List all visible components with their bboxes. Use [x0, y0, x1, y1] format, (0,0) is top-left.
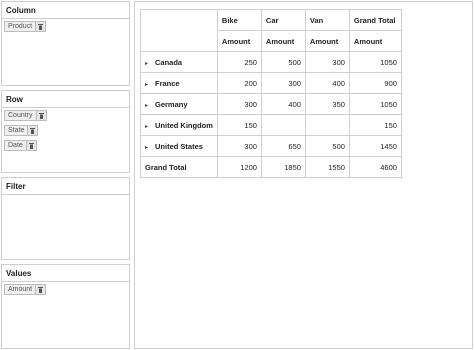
- value-cell: 500: [304, 135, 350, 157]
- caret-right-icon[interactable]: ▸: [145, 144, 155, 151]
- value-cell: 300: [260, 72, 306, 94]
- table-row: ▸ Germany 300 400 350 1050: [140, 93, 402, 115]
- value-cell: 650: [260, 135, 306, 157]
- trash-icon[interactable]: [35, 111, 46, 120]
- caret-right-icon[interactable]: ▸: [145, 60, 155, 67]
- value-cell: 200: [216, 72, 262, 94]
- total-cell: 1200: [216, 156, 262, 178]
- value-cell: 1050: [348, 51, 402, 73]
- row-panel[interactable]: Row Country State Date: [1, 90, 130, 173]
- value-cell: 150: [348, 114, 402, 136]
- grand-total-label: Grand Total: [140, 156, 218, 178]
- value-cell: 1050: [348, 93, 402, 115]
- row-header-canada[interactable]: ▸ Canada: [140, 51, 218, 73]
- row-label: United Kingdom: [155, 120, 213, 130]
- value-cell: [304, 114, 350, 136]
- value-cell: 500: [260, 51, 306, 73]
- value-cell: 350: [304, 93, 350, 115]
- value-cell: 150: [216, 114, 262, 136]
- row-header-united-states[interactable]: ▸ United States: [140, 135, 218, 157]
- filter-panel-title: Filter: [2, 178, 129, 195]
- column-header[interactable]: Bike: [216, 9, 262, 31]
- column-panel-title: Column: [2, 2, 129, 19]
- column-header[interactable]: Grand Total: [348, 9, 402, 31]
- trash-icon[interactable]: [35, 22, 46, 31]
- pivot-table: Bike Car Van Grand Total Amount Amount A…: [140, 9, 402, 178]
- field-chip-country[interactable]: Country: [4, 110, 47, 121]
- field-chip-date[interactable]: Date: [4, 140, 37, 151]
- pivot-grid-area: Bike Car Van Grand Total Amount Amount A…: [134, 1, 473, 349]
- filter-fields: [2, 195, 129, 199]
- row-label: Canada: [155, 57, 183, 67]
- value-cell: 900: [348, 72, 402, 94]
- field-chip-amount[interactable]: Amount: [4, 284, 47, 295]
- column-header-row: Bike Car Van Grand Total: [140, 9, 402, 52]
- value-cell: 400: [304, 72, 350, 94]
- field-chip-label: Country: [8, 112, 33, 119]
- field-chip-label: Product: [8, 23, 33, 30]
- field-chip-label: Date: [8, 142, 23, 149]
- field-chip-state[interactable]: State: [4, 125, 39, 136]
- value-cell: 300: [216, 135, 262, 157]
- value-cell: 400: [260, 93, 306, 115]
- value-cell: 300: [216, 93, 262, 115]
- value-cell: 300: [304, 51, 350, 73]
- value-cell: [260, 114, 306, 136]
- table-row: ▸ United Kingdom 150 150: [140, 114, 402, 136]
- caret-right-icon[interactable]: ▸: [145, 81, 155, 88]
- corner-cell: [140, 9, 218, 52]
- field-chip-product[interactable]: Product: [4, 21, 47, 32]
- measure-header: Amount: [304, 30, 350, 52]
- total-cell: 1550: [304, 156, 350, 178]
- total-cell: 4600: [348, 156, 402, 178]
- caret-right-icon[interactable]: ▸: [145, 123, 155, 130]
- row-header-france[interactable]: ▸ France: [140, 72, 218, 94]
- measure-header: Amount: [216, 30, 262, 52]
- trash-icon[interactable]: [27, 126, 38, 135]
- table-row: ▸ France 200 300 400 900: [140, 72, 402, 94]
- value-cell: 1450: [348, 135, 402, 157]
- row-label: United States: [155, 141, 203, 151]
- trash-icon[interactable]: [35, 285, 46, 294]
- trash-icon[interactable]: [25, 141, 36, 150]
- measure-header: Amount: [260, 30, 306, 52]
- field-chip-label: Amount: [8, 286, 33, 293]
- caret-right-icon[interactable]: ▸: [145, 102, 155, 109]
- column-fields: Product: [2, 19, 129, 38]
- row-fields: Country State Date: [2, 108, 129, 157]
- row-label: Germany: [155, 99, 188, 109]
- column-panel[interactable]: Column Product: [1, 1, 130, 86]
- measure-header: Amount: [348, 30, 402, 52]
- column-header[interactable]: Van: [304, 9, 350, 31]
- row-label: France: [155, 78, 180, 88]
- row-panel-title: Row: [2, 91, 129, 108]
- row-header-germany[interactable]: ▸ Germany: [140, 93, 218, 115]
- field-chip-label: State: [8, 127, 25, 134]
- value-cell: 250: [216, 51, 262, 73]
- values-panel-title: Values: [2, 265, 129, 282]
- total-cell: 1850: [260, 156, 306, 178]
- filter-panel[interactable]: Filter: [1, 177, 130, 260]
- values-fields: Amount: [2, 282, 129, 301]
- table-row: ▸ United States 300 650 500 1450: [140, 135, 402, 157]
- values-panel[interactable]: Values Amount: [1, 264, 130, 349]
- column-header[interactable]: Car: [260, 9, 306, 31]
- row-header-united-kingdom[interactable]: ▸ United Kingdom: [140, 114, 218, 136]
- grand-total-row: Grand Total 1200 1850 1550 4600: [140, 156, 402, 178]
- table-row: ▸ Canada 250 500 300 1050: [140, 51, 402, 73]
